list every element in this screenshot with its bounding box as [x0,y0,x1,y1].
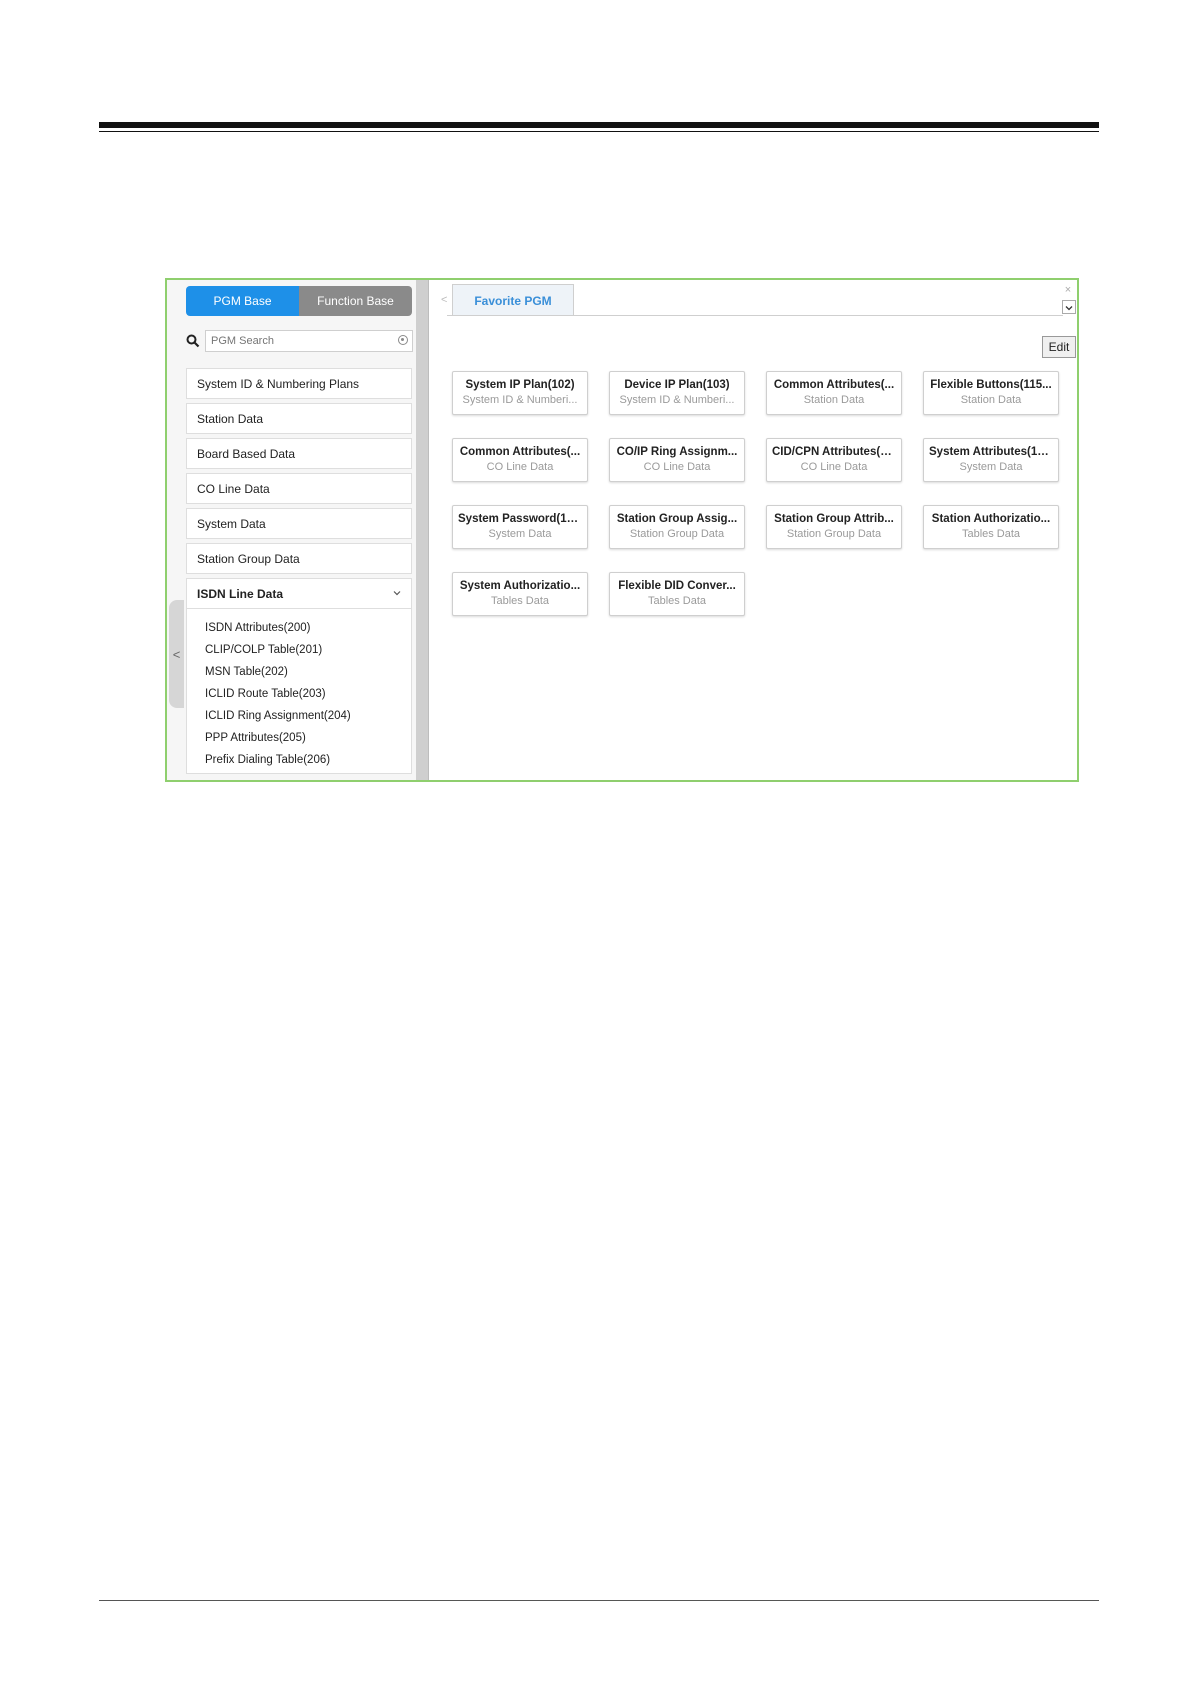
favorite-card[interactable]: Station Authorizatio... Tables Data [923,505,1059,549]
chevron-down-icon [1065,306,1073,311]
edit-button[interactable]: Edit [1042,336,1076,358]
card-category: CO Line Data [486,461,554,473]
submenu-item-prefix-dialing-table[interactable]: Prefix Dialing Table(206) [187,749,411,771]
menu-item-station-group-data[interactable]: Station Group Data [186,543,412,574]
favorite-card[interactable]: Station Group Attrib... Station Group Dat… [766,505,902,549]
search-icon [186,334,200,348]
submenu-item-isdn-attributes[interactable]: ISDN Attributes(200) [187,617,411,639]
favorite-card[interactable]: System Authorizatio... Tables Data [452,572,588,616]
favorite-card[interactable]: System Attributes(16... System Data [923,438,1059,482]
favorite-card[interactable]: Device IP Plan(103) System ID & Numberi..… [609,371,745,415]
tab-pgm-base[interactable]: PGM Base [186,286,299,316]
card-title: Station Group Assig... [616,513,738,525]
menu-item-system-id[interactable]: System ID & Numbering Plans [186,368,412,399]
tab-list-dropdown[interactable] [1062,300,1076,314]
card-category: System Data [959,461,1023,473]
card-category: CO Line Data [800,461,868,473]
favorite-card[interactable]: CID/CPN Attributes(1... CO Line Data [766,438,902,482]
pgm-search-input[interactable] [205,330,413,352]
card-title: System Password(162) [458,513,584,525]
submenu-item-iclid-ring-assignment[interactable]: ICLID Ring Assignment(204) [187,705,411,727]
card-category: Station Group Data [629,528,725,540]
card-category: Tables Data [961,528,1021,540]
panel-splitter[interactable] [416,280,429,780]
menu-item-label: System ID & Numbering Plans [197,376,360,391]
favorite-card[interactable]: Common Attributes(... CO Line Data [452,438,588,482]
card-category: Station Group Data [786,528,882,540]
card-title: System IP Plan(102) [465,379,575,391]
favorite-card[interactable]: Flexible DID Conver... Tables Data [609,572,745,616]
card-title: Station Authorizatio... [931,513,1051,525]
header-rule [99,122,1099,128]
menu-item-label: Station Data [197,411,264,426]
favorite-card[interactable]: Station Group Assig... Station Group Data [609,505,745,549]
submenu-item-msn-table[interactable]: MSN Table(202) [187,661,411,683]
card-category: Tables Data [647,595,707,607]
isdn-submenu: ISDN Attributes(200) CLIP/COLP Table(201… [186,609,412,774]
tab-function-base[interactable]: Function Base [299,286,412,316]
card-title: Flexible Buttons(115... [930,379,1052,391]
card-title: System Attributes(16... [929,446,1054,458]
card-category: CO Line Data [643,461,711,473]
base-tabs: PGM Base Function Base [186,286,412,316]
right-panel: < Favorite PGM × Edit System IP Plan(102… [429,280,1077,780]
chevron-down-icon [393,591,401,596]
submenu-item-clip-colp-table[interactable]: CLIP/COLP Table(201) [187,639,411,661]
menu-item-label: CO Line Data [197,481,270,496]
menu-item-board-based-data[interactable]: Board Based Data [186,438,412,469]
pgm-menu: System ID & Numbering Plans Station Data… [186,368,412,774]
card-title: System Authorizatio... [459,580,581,592]
card-title: CO/IP Ring Assignm... [616,446,738,458]
favorite-card[interactable]: System IP Plan(102) System ID & Numberi..… [452,371,588,415]
submenu-item-ppp-attributes[interactable]: PPP Attributes(205) [187,727,411,749]
card-title: Common Attributes(... [459,446,581,458]
card-category: Tables Data [490,595,550,607]
favorite-card[interactable]: Flexible Buttons(115... Station Data [923,371,1059,415]
card-title: Station Group Attrib... [774,513,894,525]
menu-item-label: ISDN Line Data [197,586,284,601]
menu-item-station-data[interactable]: Station Data [186,403,412,434]
card-title: Flexible DID Conver... [618,580,736,592]
card-title: Common Attributes(... [773,379,895,391]
favorite-card[interactable]: CO/IP Ring Assignm... CO Line Data [609,438,745,482]
collapse-panel-handle[interactable]: < [169,600,184,708]
card-category: System ID & Numberi... [619,394,735,406]
tab-favorite-pgm[interactable]: Favorite PGM [452,284,574,316]
menu-item-isdn-line-data[interactable]: ISDN Line Data [186,578,412,609]
tab-scroll-left-icon[interactable]: < [441,294,447,306]
close-icon[interactable]: × [1062,284,1074,296]
menu-item-label: System Data [197,516,266,531]
submenu-item-iclid-route-table[interactable]: ICLID Route Table(203) [187,683,411,705]
tab-bar: < Favorite PGM × [429,280,1077,317]
favorite-card[interactable]: Common Attributes(... Station Data [766,371,902,415]
tab-bar-divider [447,315,1063,316]
app-window: < PGM Base Function Base System ID & Num… [165,278,1079,782]
card-title: CID/CPN Attributes(1... [772,446,897,458]
menu-item-label: Station Group Data [197,551,300,566]
clear-search-icon[interactable] [398,335,408,345]
footer-rule [99,1600,1099,1601]
card-category: System Data [488,528,552,540]
card-title: Device IP Plan(103) [624,379,730,391]
left-panel: < PGM Base Function Base System ID & Num… [167,280,416,780]
card-category: System ID & Numberi... [462,394,578,406]
header-rule-thin [99,131,1099,132]
menu-item-system-data[interactable]: System Data [186,508,412,539]
card-category: Station Data [960,394,1022,406]
card-category: Station Data [803,394,865,406]
chevron-left-icon: < [172,646,181,662]
menu-item-co-line-data[interactable]: CO Line Data [186,473,412,504]
search-row [186,330,413,352]
menu-item-label: Board Based Data [197,446,296,461]
favorite-card[interactable]: System Password(162) System Data [452,505,588,549]
